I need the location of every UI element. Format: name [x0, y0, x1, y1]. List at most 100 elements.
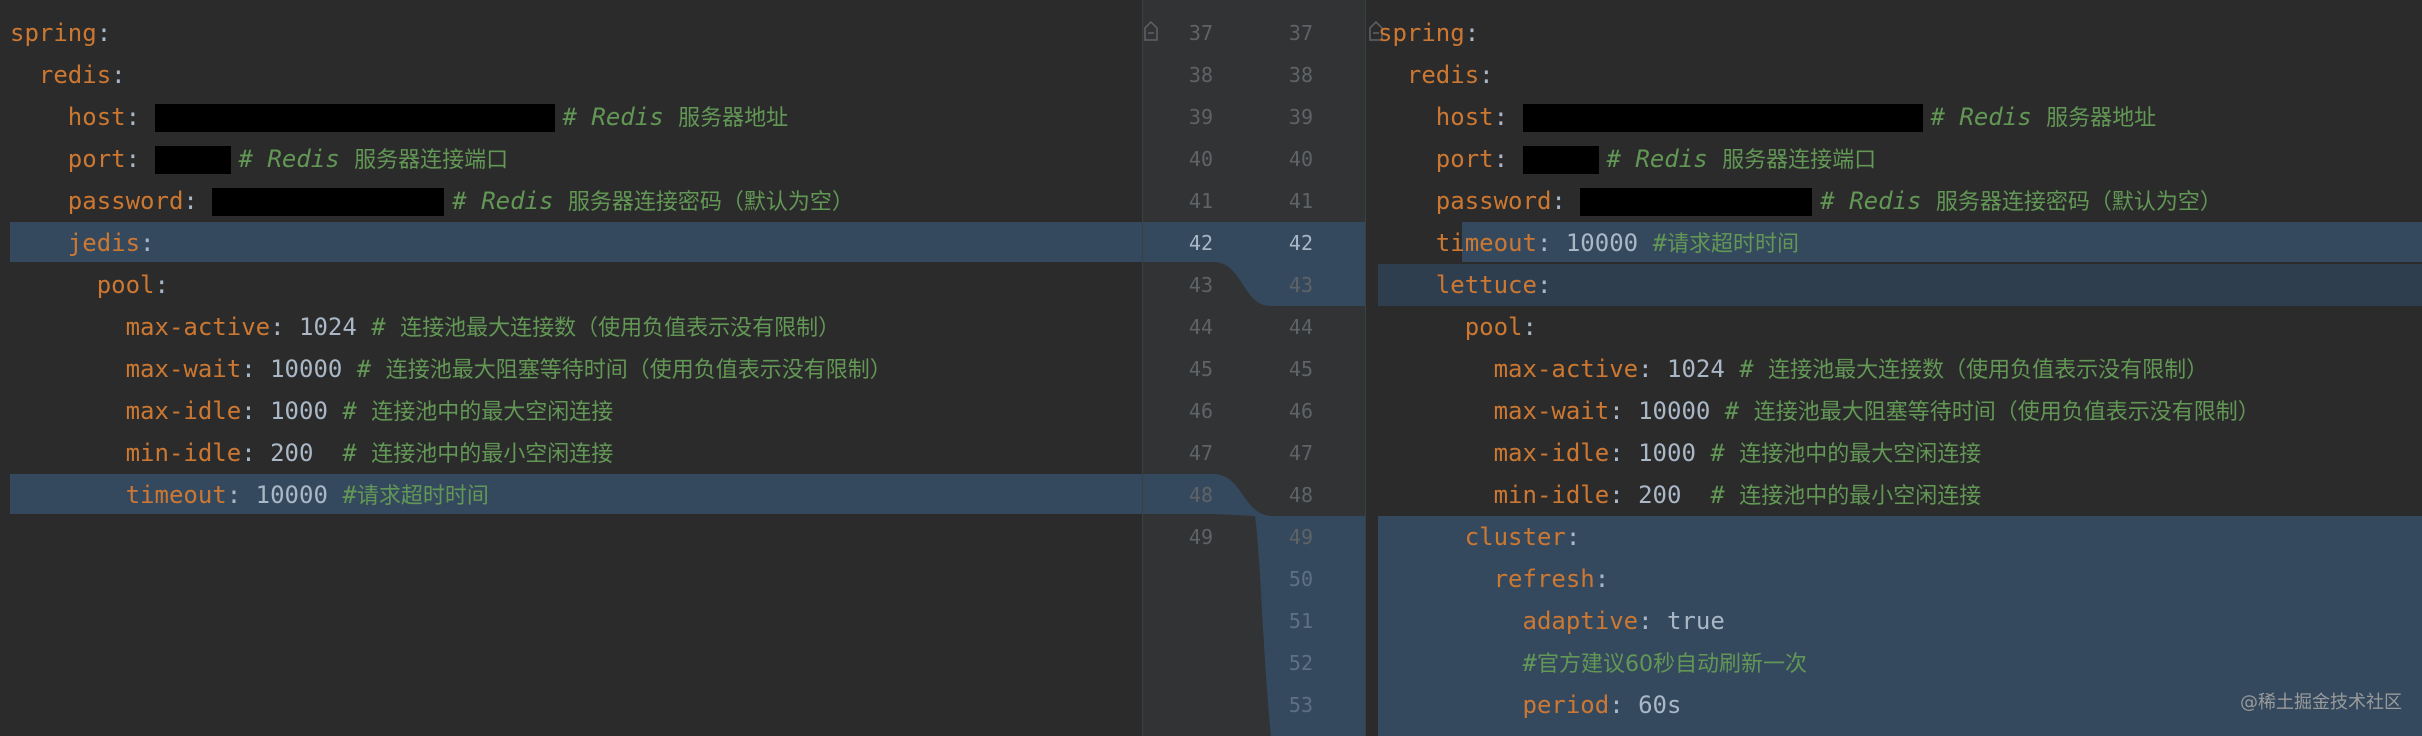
yaml-key: adaptive — [1522, 607, 1639, 635]
key-separator: : — [1565, 523, 1581, 551]
yaml-key: spring — [10, 19, 97, 47]
comment-prefix: # Redis — [1930, 103, 2047, 131]
yaml-key: port — [1435, 145, 1494, 173]
code-line[interactable]: period: 60s — [1378, 684, 1682, 726]
code-line[interactable]: min-idle: 200 # 连接池中的最小空闲连接 — [1378, 474, 1982, 516]
yaml-value: 10000 — [1638, 397, 1725, 425]
yaml-key: password — [1435, 187, 1552, 215]
yaml-key: spring — [1378, 19, 1465, 47]
code-line[interactable]: timeout: 10000 #请求超时时间 — [10, 474, 489, 516]
line-number: 44 — [1288, 315, 1313, 339]
yaml-key: period — [1522, 691, 1610, 719]
yaml-key: min-idle — [125, 439, 242, 467]
code-line[interactable]: port: # Redis 服务器连接端口 — [1378, 138, 1876, 180]
key-separator: : — [125, 103, 155, 131]
yaml-key: host — [67, 103, 126, 131]
code-line[interactable]: redis: — [1378, 54, 1494, 96]
code-line[interactable]: min-idle: 200 # 连接池中的最小空闲连接 — [10, 432, 614, 474]
code-line[interactable]: lettuce: — [1378, 264, 1552, 306]
code-line[interactable]: timeout: 10000 #请求超时时间 — [1378, 222, 1799, 264]
code-line[interactable]: max-wait: 10000 # 连接池最大阻塞等待时间（使用负值表示没有限制… — [1378, 390, 2260, 432]
key-separator: : — [241, 439, 271, 467]
comment-text: 服务器连接密码（默认为空） — [1935, 190, 2222, 215]
yaml-key: max-idle — [125, 397, 242, 425]
comment-text: 服务器连接端口 — [1722, 148, 1877, 173]
line-number: 50 — [1288, 567, 1313, 591]
left-editor-pane[interactable]: spring: redis: host: # Redis 服务器地址 port:… — [0, 0, 1142, 736]
changed-line-highlight — [10, 222, 1142, 262]
comment-prefix: # Redis — [452, 187, 568, 215]
key-separator: : — [241, 397, 271, 425]
key-separator: : — [183, 187, 213, 215]
key-separator: : — [1536, 229, 1566, 257]
key-separator: : — [1638, 355, 1667, 383]
key-separator: : — [1638, 607, 1667, 635]
line-number: 39 — [1288, 105, 1313, 129]
yaml-value: 1000 — [270, 397, 343, 425]
yaml-key: min-idle — [1493, 481, 1610, 509]
code-line[interactable]: refresh: — [1378, 558, 1610, 600]
code-line[interactable]: max-idle: 1000 # 连接池中的最大空闲连接 — [10, 390, 614, 432]
code-line[interactable]: adaptive: true — [1378, 600, 1725, 642]
code-line[interactable]: spring: — [10, 12, 111, 54]
yaml-value: 1000 — [1638, 439, 1711, 467]
key-separator: : — [1522, 313, 1537, 341]
key-separator: : — [1609, 481, 1639, 509]
line-number: 44 — [1188, 315, 1213, 339]
yaml-value: true — [1667, 607, 1725, 635]
diff-gutter: 37 38 39 40 41 42 43 44 45 46 47 48 49 37 38 39 40 41 42 4… — [1142, 0, 1366, 736]
code-line[interactable]: max-active: 1024 # 连接池最大连接数（使用负值表示没有限制） — [1378, 348, 2209, 390]
key-separator: : — [1609, 439, 1639, 467]
code-line[interactable]: cluster: — [1378, 516, 1581, 558]
yaml-key: cluster — [1464, 523, 1566, 551]
code-line[interactable]: jedis: — [10, 222, 155, 264]
yaml-key: password — [67, 187, 184, 215]
code-line[interactable]: #官方建议60秒自动刷新一次 — [1378, 642, 1807, 684]
code-line[interactable]: max-wait: 10000 # 连接池最大阻塞等待时间（使用负值表示没有限制… — [10, 348, 892, 390]
code-line[interactable]: spring: — [1378, 12, 1479, 54]
comment-prefix: # — [1739, 355, 1769, 383]
line-number: 41 — [1188, 189, 1213, 213]
key-separator: : — [1479, 61, 1494, 89]
comment-text: 连接池中的最大空闲连接 — [371, 400, 614, 425]
code-line[interactable]: host: # Redis 服务器地址 — [10, 96, 788, 138]
comment-prefix: # — [1522, 649, 1537, 677]
yaml-key: max-active — [125, 313, 271, 341]
key-separator: : — [1594, 565, 1610, 593]
comment-text: 服务器连接密码（默认为空） — [567, 190, 854, 215]
line-number: 47 — [1288, 441, 1313, 465]
line-number: 51 — [1288, 609, 1313, 633]
code-line[interactable]: port: # Redis 服务器连接端口 — [10, 138, 508, 180]
line-number: 42 — [1288, 231, 1313, 255]
line-number: 49 — [1288, 525, 1313, 549]
code-line[interactable]: password: # Redis 服务器连接密码（默认为空） — [1378, 180, 2222, 222]
code-line[interactable]: pool: — [10, 264, 169, 306]
code-line[interactable]: redis: — [10, 54, 126, 96]
redacted-value — [1522, 146, 1599, 174]
comment-prefix: # — [1652, 229, 1668, 257]
line-number: 40 — [1288, 147, 1313, 171]
code-line[interactable]: max-idle: 1000 # 连接池中的最大空闲连接 — [1378, 432, 1982, 474]
yaml-key: max-wait — [125, 355, 242, 383]
code-line[interactable]: password: # Redis 服务器连接密码（默认为空） — [10, 180, 854, 222]
line-number: 47 — [1188, 441, 1213, 465]
line-number: 39 — [1188, 105, 1213, 129]
right-editor-pane[interactable]: spring: redis: host: # Redis 服务器地址 port:… — [1366, 0, 2422, 736]
code-line[interactable]: host: # Redis 服务器地址 — [1378, 96, 2156, 138]
code-line[interactable]: max-active: 1024 # 连接池最大连接数（使用负值表示没有限制） — [10, 306, 841, 348]
code-line[interactable]: pool: — [1378, 306, 1537, 348]
comment-prefix: # — [342, 439, 372, 467]
comment-text: 连接池最大连接数（使用负值表示没有限制） — [400, 316, 841, 341]
line-number: 45 — [1188, 357, 1213, 381]
comment-prefix: # — [1724, 397, 1754, 425]
